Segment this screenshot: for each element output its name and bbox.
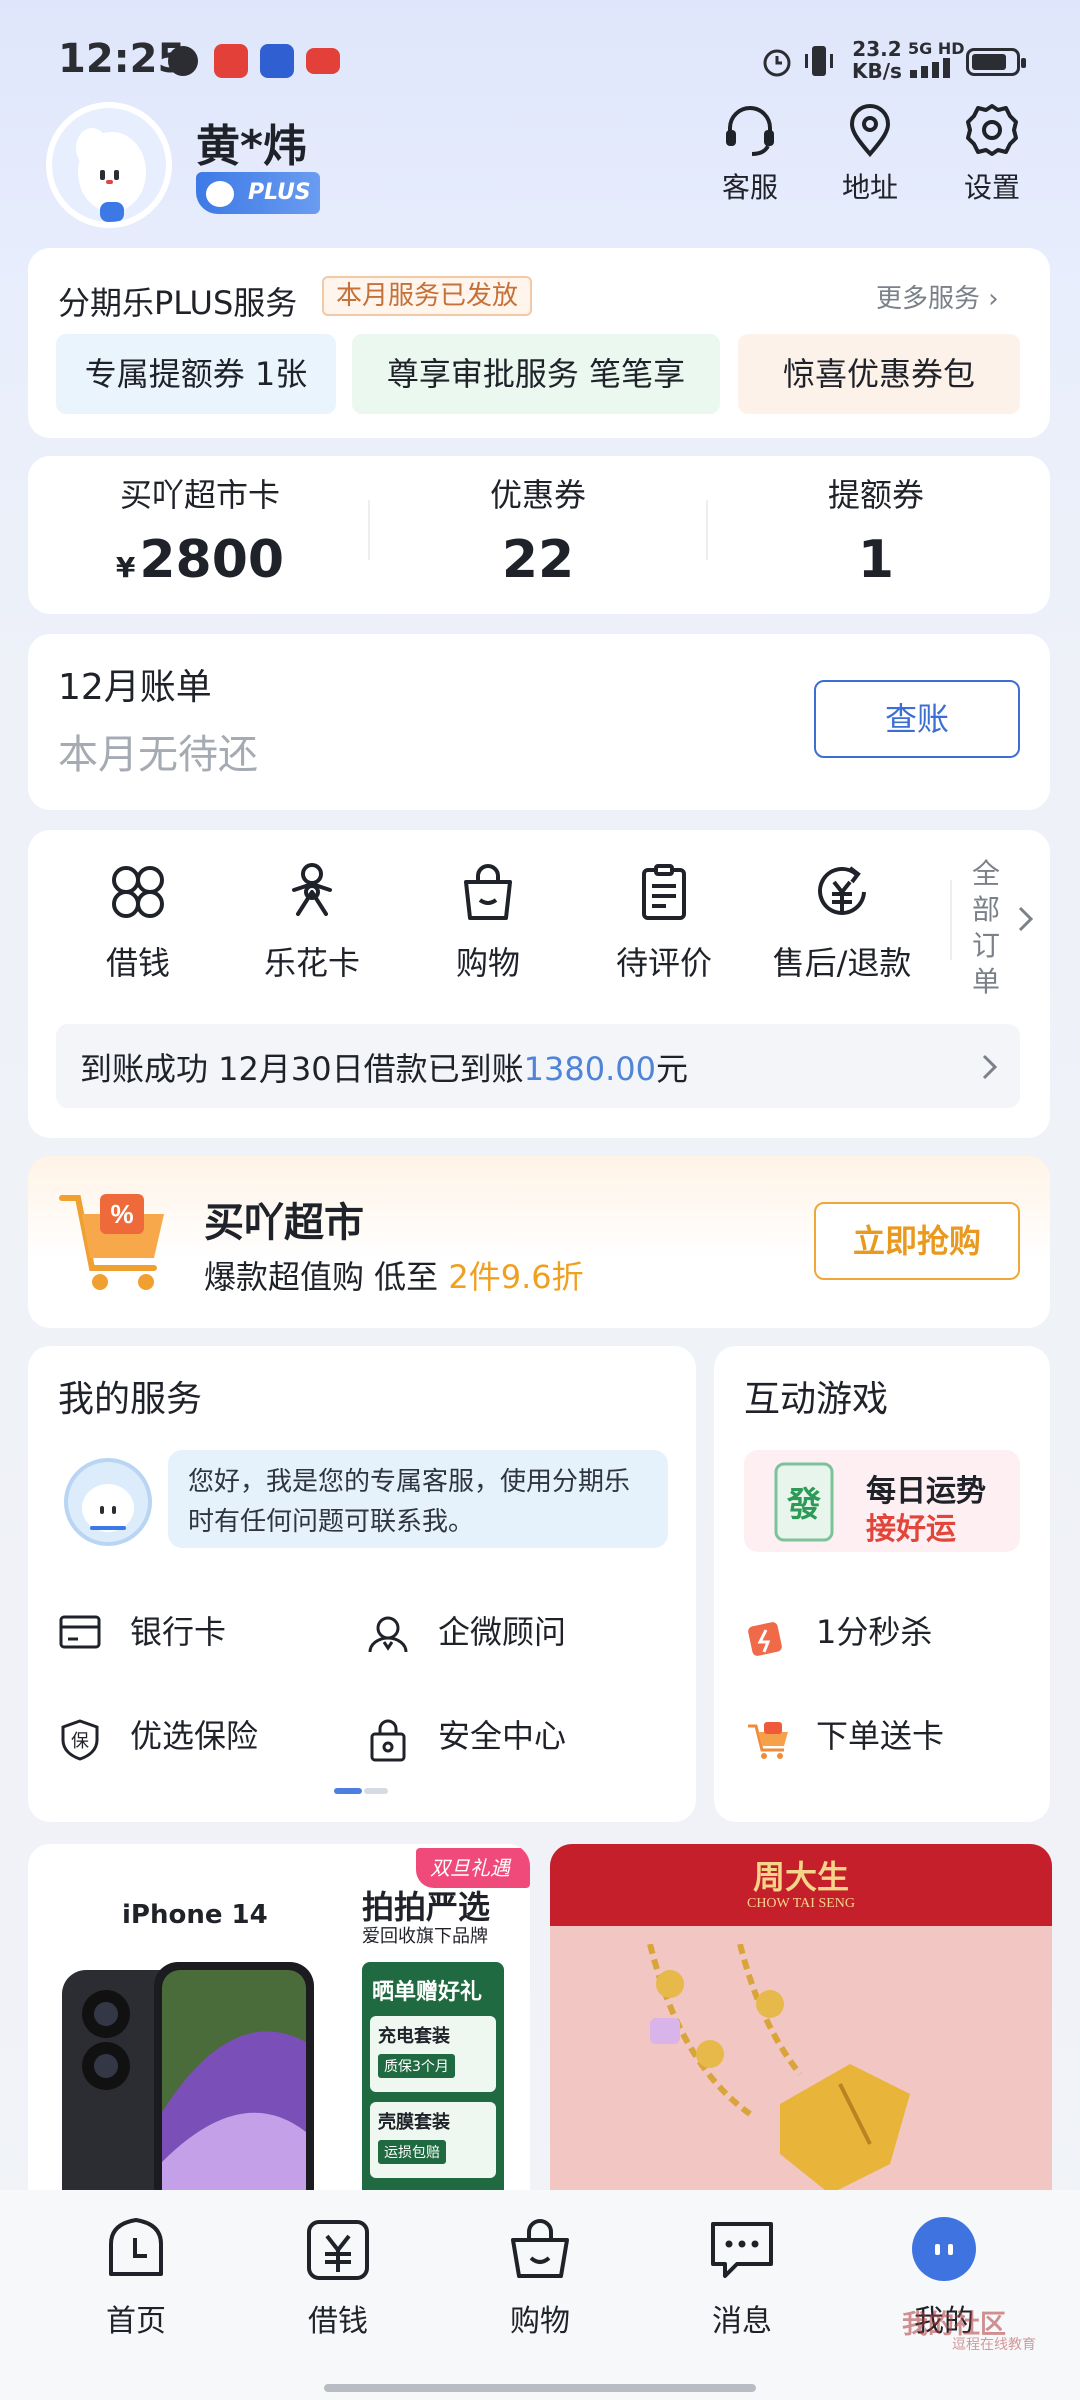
- address-button[interactable]: 地址: [820, 100, 920, 206]
- status-time: 12:25: [58, 36, 186, 82]
- plus-badge[interactable]: PLUS: [196, 172, 320, 214]
- avatar[interactable]: [46, 102, 172, 228]
- iphone-promo-banner[interactable]: iPhone 14 双旦礼遇季 拍拍严选 爱回收旗下品牌 晒单赠好礼 充电套装 …: [28, 1844, 530, 2204]
- svg-text:%: %: [110, 1199, 133, 1229]
- plus-mascot-icon: [206, 181, 234, 207]
- promo-gift-title: 晒单赠好礼: [372, 1980, 483, 2005]
- promo-model-label: iPhone 14: [122, 1900, 268, 1930]
- divider: [950, 880, 952, 960]
- location-pin-icon: [849, 104, 891, 158]
- flower-icon: [292, 863, 332, 916]
- perk-approval-service[interactable]: 尊享审批服务 笔笔享: [352, 334, 720, 414]
- chat-icon: [711, 2222, 773, 2278]
- signal-icon: [910, 58, 950, 78]
- page-indicator: [334, 1788, 388, 1794]
- chevron-right-icon: [982, 1054, 998, 1080]
- home-indicator[interactable]: [324, 2384, 756, 2392]
- clipboard-icon: [642, 864, 686, 920]
- gear-icon: [966, 104, 1018, 156]
- plus-service-title: 分期乐PLUS服务: [58, 284, 298, 322]
- iphone-image: [62, 1962, 314, 2204]
- agent-avatar: [64, 1458, 152, 1546]
- supermarket-subtitle: 爆款超值购 低至 2件9.6折: [204, 1258, 584, 1296]
- bill-title: 12月账单: [58, 667, 212, 708]
- quick-menu-shopping[interactable]: 购物: [408, 860, 568, 984]
- quick-menu-to-review[interactable]: 待评价: [584, 860, 744, 984]
- battery-icon: [966, 48, 1026, 76]
- svg-text:保: 保: [71, 1731, 89, 1752]
- my-services-title: 我的服务: [58, 1379, 203, 1420]
- settings-button[interactable]: 设置: [942, 100, 1042, 206]
- alarm-icon: [763, 49, 791, 77]
- all-orders-link[interactable]: 全部订单: [966, 856, 1006, 1000]
- promo-gift-item: 壳膜套装 运损包赔: [370, 2102, 496, 2178]
- perk-coupon-pack[interactable]: 惊喜优惠券包: [738, 334, 1020, 414]
- insurance-shield-icon: 保: [61, 1719, 99, 1761]
- promo-subline: 爱回收旗下品牌: [362, 1926, 488, 1947]
- games-title: 互动游戏: [744, 1379, 889, 1420]
- divider: [368, 500, 370, 560]
- stat-supermarket-card[interactable]: 买吖超市卡 ¥2800: [50, 470, 350, 590]
- nav-shopping[interactable]: 购物: [470, 2214, 610, 2340]
- more-services-link[interactable]: 更多服务 ›: [876, 278, 999, 315]
- grab-now-button[interactable]: 立即抢购: [814, 1202, 1020, 1280]
- user-name: 黄*炜: [196, 121, 308, 172]
- shopping-bag-icon: [511, 2219, 569, 2278]
- network-type: 5G HD: [908, 39, 965, 58]
- chevron-right-icon[interactable]: [1016, 904, 1036, 934]
- check-bill-button[interactable]: 查账: [814, 680, 1020, 758]
- stat-coupons[interactable]: 优惠券 22: [388, 470, 688, 590]
- svg-text:發: 發: [786, 1485, 821, 1525]
- supermarket-title: 买吖超市: [204, 1200, 364, 1246]
- nav-messages[interactable]: 消息: [672, 2214, 812, 2340]
- vibrate-icon: [805, 46, 833, 76]
- lock-icon: [370, 1719, 406, 1762]
- gold-necklace-image: [647, 1944, 910, 2194]
- chat-bubble-icon: [168, 46, 198, 76]
- quick-menu-lehua-card[interactable]: 乐花卡: [232, 860, 392, 984]
- bill-status: 本月无待还: [58, 732, 258, 778]
- agent-greeting[interactable]: 您好，我是您的专属客服，使用分期乐时有任何问题可联系我。: [168, 1450, 668, 1548]
- mahjong-tile-icon: 發: [774, 1462, 834, 1542]
- clock-home-icon: [109, 2218, 163, 2276]
- customer-service-button[interactable]: 客服: [700, 100, 800, 206]
- arrival-notice[interactable]: 到账成功 12月30日借款已到账1380.00元: [56, 1024, 1020, 1108]
- gift-cart-icon: [748, 1722, 788, 1759]
- flash-sale-icon: [748, 1622, 782, 1656]
- promo-gift-panel: 晒单赠好礼 充电套装 质保3个月 壳膜套装 运损包赔: [362, 1962, 504, 2204]
- jewelry-promo-banner[interactable]: 周大生 CHOW TAI SENG: [550, 1844, 1052, 2204]
- plus-service-tag: 本月服务已发放: [322, 276, 533, 316]
- quick-menu-borrow[interactable]: 借钱: [58, 860, 218, 984]
- shopping-bag-icon: [464, 864, 512, 920]
- bank-card-icon: [59, 1615, 101, 1649]
- advisor-icon: [368, 1616, 408, 1653]
- stat-credit-coupons[interactable]: 提额券 1: [726, 470, 1026, 590]
- profile-face-icon: [912, 2217, 976, 2281]
- promo-gift-item: 充电套装 质保3个月: [370, 2016, 496, 2092]
- community-watermark-sub: 逗程在线教育: [952, 2337, 1036, 2353]
- daily-fortune-banner[interactable]: 發 每日运势 接好运: [744, 1450, 1020, 1552]
- shopping-cart-icon: %: [59, 1194, 164, 1290]
- perk-credit-coupon[interactable]: 专属提额券 1张: [56, 334, 336, 414]
- divider: [706, 500, 708, 560]
- app-notification-icon: [306, 48, 340, 74]
- jewelry-brand-en: CHOW TAI SENG: [746, 1896, 856, 1911]
- jewelry-brand: 周大生: [752, 1858, 849, 1896]
- nav-home[interactable]: 首页: [66, 2214, 206, 2340]
- yen-icon: [307, 2220, 369, 2280]
- app-notification-icon: [260, 44, 294, 78]
- net-speed: 23.2 KB/s: [852, 37, 902, 83]
- app-notification-icon: [214, 44, 248, 78]
- quick-menu-refund[interactable]: 售后/退款: [762, 860, 922, 984]
- nav-borrow[interactable]: 借钱: [268, 2214, 408, 2340]
- four-petal-icon: [112, 866, 164, 918]
- headset-icon: [726, 106, 774, 156]
- refund-icon: [818, 866, 866, 915]
